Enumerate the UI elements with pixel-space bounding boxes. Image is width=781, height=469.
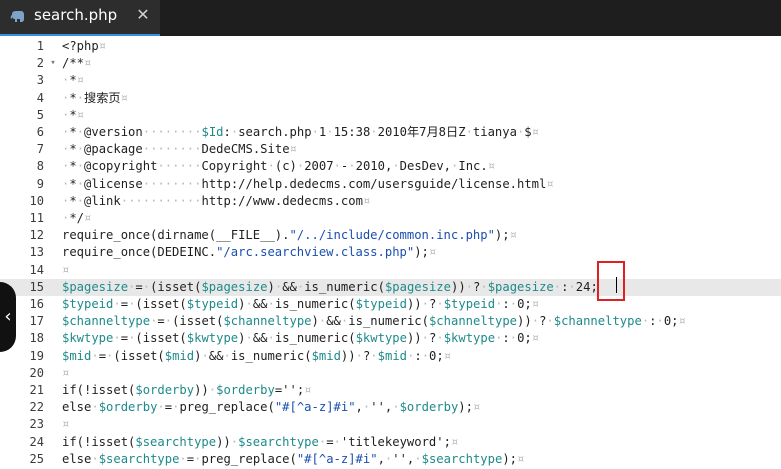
line-number: 2 — [36, 56, 44, 71]
code-text: ·*¤ — [62, 73, 85, 88]
line-number: 20 — [29, 365, 44, 380]
code-text: $kwtype·=·(isset($kwtype)·&&·is_numeric(… — [62, 331, 540, 346]
code-text: else·$orderby·=·preg_replace("#[^a-z]#i"… — [62, 400, 481, 415]
code-line[interactable]: 11 ·*/¤ — [0, 210, 781, 227]
text-cursor — [616, 277, 617, 293]
code-text: ·*¤ — [62, 107, 85, 122]
tab-title: search.php — [34, 6, 118, 24]
code-line[interactable]: 16 $typeid·=·(isset($typeid)·&&·is_numeri… — [0, 296, 781, 313]
line-number: 14 — [29, 262, 44, 277]
code-text: require_once(DEDEINC."/arc.searchview.cl… — [62, 245, 437, 260]
code-text: ¤ — [62, 262, 70, 277]
code-text: /**¤ — [62, 56, 92, 71]
line-number: 12 — [29, 228, 44, 243]
code-line[interactable]: 1 <?php¤ — [0, 38, 781, 55]
line-number: 3 — [36, 73, 44, 88]
code-text: $mid·=·(isset($mid)·&&·is_numeric($mid))… — [62, 348, 452, 363]
code-text: require_once(dirname(__FILE__)."/../incl… — [62, 228, 517, 243]
line-number: 9 — [36, 176, 44, 191]
code-line[interactable]: 21 if(!isset($orderby))·$orderby='';¤ — [0, 382, 781, 399]
line-number: 1 — [36, 39, 44, 53]
code-line[interactable]: 6 ·*·@version········$Id:·search.php·1·15… — [0, 124, 781, 141]
line-number: 5 — [36, 107, 44, 122]
code-line[interactable]: 9 ·*·@license········http://help.dedecms.… — [0, 176, 781, 193]
code-line[interactable]: 13 require_once(DEDEINC."/arc.searchview.… — [0, 244, 781, 261]
code-editor[interactable]: 1 <?php¤ 2 ▾ /**¤ 3 ·*¤ 4 ·*·搜索页¤ 5 ·*¤ 6 ·*·@versio… — [0, 36, 781, 469]
code-line[interactable]: 22 else·$orderby·=·preg_replace("#[^a-z]#… — [0, 399, 781, 416]
line-number: 23 — [29, 417, 44, 432]
code-text: ·*·@package········DedeCMS.Site¤ — [62, 142, 297, 157]
code-line[interactable]: 7 ·*·@package········DedeCMS.Site¤ — [0, 141, 781, 158]
line-number: 22 — [29, 400, 44, 415]
line-number: 7 — [36, 142, 44, 157]
php-elephant-icon — [10, 9, 26, 23]
code-line[interactable]: 23 ¤ — [0, 416, 781, 433]
code-line[interactable]: 19 $mid·=·(isset($mid)·&&·is_numeric($mid… — [0, 348, 781, 365]
code-text: <?php¤ — [62, 39, 107, 53]
code-line[interactable]: 18 $kwtype·=·(isset($kwtype)·&&·is_numeri… — [0, 330, 781, 347]
line-number: 4 — [36, 90, 44, 105]
code-text: ·*·@link···········http://www.dedecms.co… — [62, 193, 371, 208]
close-icon[interactable]: ✕ — [133, 4, 153, 26]
line-number: 13 — [29, 245, 44, 260]
code-line[interactable]: 24 if(!isset($searchtype))·$searchtype·=·… — [0, 434, 781, 451]
line-number: 11 — [29, 211, 44, 225]
code-text: $pagesize·=·(isset($pagesize)·&&·is_nume… — [62, 279, 598, 294]
code-text: $channeltype·=·(isset($channeltype)·&&·i… — [62, 314, 686, 329]
line-number: 21 — [29, 383, 44, 397]
code-text: ·*·@license········http://help.dedecms.c… — [62, 176, 554, 191]
code-text: if(!isset($orderby))·$orderby='';¤ — [62, 383, 312, 397]
code-text: if(!isset($searchtype))·$searchtype·=·'t… — [62, 434, 459, 449]
code-line[interactable]: 2 ▾ /**¤ — [0, 55, 781, 72]
code-text: ·*·搜索页¤ — [62, 90, 128, 105]
code-line[interactable]: 20 ¤ — [0, 365, 781, 382]
code-text: ¤ — [62, 365, 70, 380]
code-line[interactable]: 14 ¤ — [0, 262, 781, 279]
code-line[interactable]: 4 ·*·搜索页¤ — [0, 90, 781, 107]
code-text: ¤ — [62, 417, 70, 432]
line-number: 8 — [36, 159, 44, 174]
code-text: $typeid·=·(isset($typeid)·&&·is_numeric(… — [62, 297, 540, 311]
highlight-box — [597, 261, 625, 301]
code-line[interactable]: 5 ·*¤ — [0, 107, 781, 124]
fold-toggle-icon[interactable]: ▾ — [48, 55, 58, 72]
code-line[interactable]: 3 ·*¤ — [0, 72, 781, 89]
tab-search-php[interactable]: search.php ✕ — [0, 0, 160, 36]
tab-bar: search.php ✕ — [0, 0, 781, 36]
line-number: 24 — [29, 434, 44, 449]
line-number: 10 — [29, 193, 44, 208]
code-text: else·$searchtype·=·preg_replace("#[^a-z]… — [62, 451, 525, 466]
code-text: ·*·@version········$Id:·search.php·1·15:… — [62, 125, 539, 139]
code-line[interactable]: 8 ·*·@copyright······Copyright·(c)·2007·-… — [0, 158, 781, 175]
code-line[interactable]: 17 $channeltype·=·(isset($channeltype)·&&… — [0, 313, 781, 330]
code-line[interactable]: 25 else·$searchtype·=·preg_replace("#[^a-… — [0, 451, 781, 468]
code-text: ·*·@copyright······Copyright·(c)·2007·-·… — [62, 159, 496, 174]
code-line[interactable]: 10 ·*·@link···········http://www.dedecms.… — [0, 193, 781, 210]
line-number: 25 — [29, 451, 44, 466]
chevron-left-icon[interactable]: ‹ — [0, 306, 16, 328]
line-number: 6 — [36, 125, 44, 139]
code-line[interactable]: 15 $pagesize·=·(isset($pagesize)·&&·is_nu… — [0, 278, 781, 296]
code-text: ·*/¤ — [62, 211, 92, 225]
code-line[interactable]: 12 require_once(dirname(__FILE__)."/../in… — [0, 227, 781, 244]
